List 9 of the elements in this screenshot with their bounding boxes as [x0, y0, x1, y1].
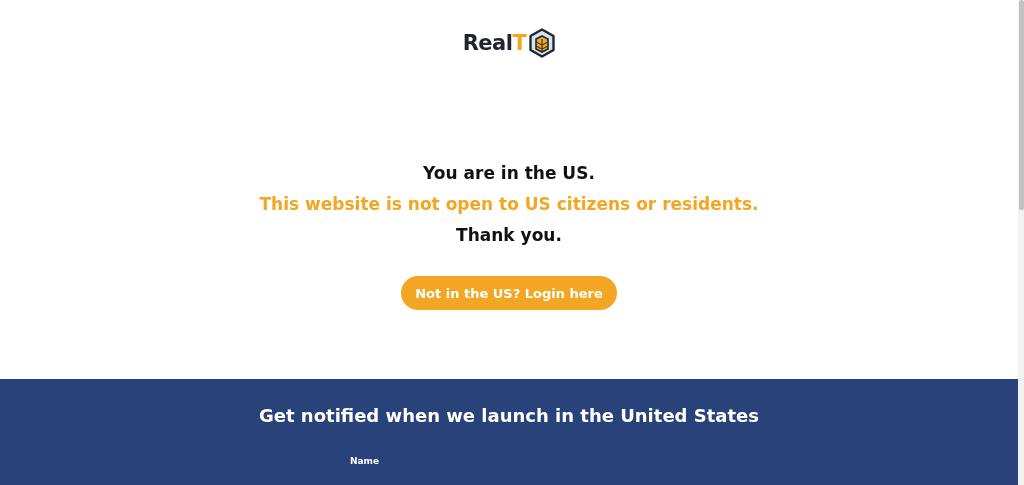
signup-title: Get notified when we launch in the United States — [259, 405, 759, 426]
logo-text: RealT — [462, 31, 527, 55]
restriction-notice: This website is not open to US citizens or residents. — [259, 193, 759, 216]
location-notice: You are in the US. — [423, 162, 595, 185]
cube-logo-icon — [529, 28, 556, 58]
login-button[interactable]: Not in the US? Login here — [401, 276, 617, 310]
field-label: Name — [350, 456, 381, 466]
thank-you-text: Thank you. — [456, 224, 562, 247]
scrollbar[interactable] — [1018, 0, 1024, 485]
